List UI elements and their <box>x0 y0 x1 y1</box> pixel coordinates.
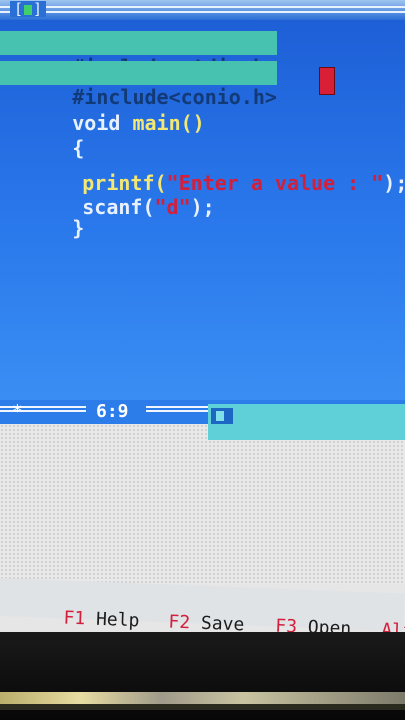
window-title-bar: [] <box>0 0 405 20</box>
close-box-icon[interactable] <box>24 5 33 15</box>
bracket-open: [ <box>14 0 24 18</box>
monitor-bezel <box>0 632 405 720</box>
ide-screen: [] #include<stdio.h> #include<conio.h> v… <box>0 0 405 632</box>
code-line-5[interactable]: printf("Enter a value : "); <box>10 147 405 195</box>
function-key-bar: F1 Help F2 Save F3 Open Alt-F9 <box>0 578 405 632</box>
title-bar-line <box>0 6 405 8</box>
message-window <box>0 424 405 584</box>
bracket-close: ] <box>33 0 43 18</box>
alt-f9-key: Alt-F9 <box>380 619 405 632</box>
main-function: main() <box>120 111 205 135</box>
bezel-shadow <box>0 704 405 710</box>
alt-f9-button[interactable]: Alt-F9 <box>315 596 405 632</box>
text-cursor <box>319 67 335 95</box>
modified-indicator: * <box>12 401 23 422</box>
bezel-stripe <box>0 692 405 704</box>
title-bar-line <box>0 11 405 13</box>
f3-key: F3 <box>274 615 298 632</box>
close-brace: } <box>72 216 85 240</box>
scroll-left-arrow-icon[interactable] <box>211 408 233 424</box>
f2-key: F2 <box>168 611 191 632</box>
scrollbar-track[interactable] <box>208 424 405 440</box>
close-box-button[interactable]: [] <box>10 0 47 18</box>
code-line-2[interactable]: #include<conio.h> <box>0 61 277 109</box>
code-line-1[interactable]: #include<stdio.h> <box>0 31 277 79</box>
printf-end: ); <box>383 171 405 195</box>
scanf-string: "d" <box>154 195 191 219</box>
cursor-position: 6:9 <box>96 401 129 422</box>
scanf-call: scanf( <box>82 195 155 219</box>
scanf-end: ); <box>190 195 215 219</box>
status-bar: * 6:9 <box>0 400 405 432</box>
code-line-3[interactable]: void main() <box>0 87 204 135</box>
code-editor[interactable]: #include<stdio.h> #include<conio.h> void… <box>0 20 405 400</box>
code-line-7[interactable]: } <box>0 192 84 240</box>
status-divider <box>146 406 208 412</box>
code-line-4[interactable]: { <box>0 112 84 160</box>
f1-key: F1 <box>63 607 86 630</box>
